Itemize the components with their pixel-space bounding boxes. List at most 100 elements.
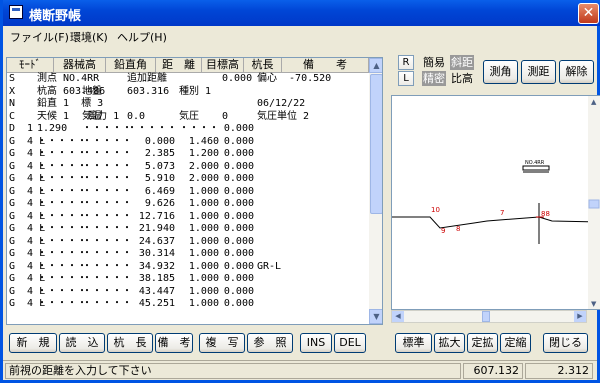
cell-target-height: 気圧: [179, 110, 199, 122]
cell-distance: 24.637: [138, 235, 175, 247]
table-row[interactable]: G 4 L ・・・・・ ・・・・・ 43.447 1.000 0.000: [7, 286, 369, 299]
measure-distance-button[interactable]: 測距: [521, 60, 556, 84]
table-row[interactable]: G 4 L ・・・・・ ・・・・・ 0.000 1.460 0.000: [7, 136, 369, 149]
table-row[interactable]: C 天候 1 風力 1 気温 0.0 気圧 0 気圧単位 2: [7, 111, 369, 124]
plot-hscroll-thumb[interactable]: [482, 311, 490, 322]
insert-button[interactable]: INS: [300, 333, 332, 353]
delete-button[interactable]: DEL: [334, 333, 366, 353]
new-button[interactable]: 新 規: [9, 333, 57, 353]
plot-scroll-left-icon[interactable]: ◀: [392, 311, 404, 322]
copy-button[interactable]: 複 写: [199, 333, 245, 353]
fixed-zoom-in-button[interactable]: 定拡: [467, 333, 498, 353]
data-table[interactable]: ﾓｰﾄﾞ 器械高 鉛直角 距 離 目標高 杭長 備 考 S 測点 NO.4RR 追加…: [6, 57, 383, 325]
table-row[interactable]: G 4 L ・・・・・ ・・・・・ 45.251 1.000 0.000: [7, 298, 369, 311]
cell-instrument-height: 鉛直 1 標 3: [37, 98, 104, 109]
cell-vertical-angle: ・・・・・: [82, 135, 132, 147]
cell-stake-length: 0: [222, 110, 229, 122]
menu-environment[interactable]: 環境(K): [70, 29, 108, 45]
cell-remarks: 偏心 -70.520: [257, 73, 332, 84]
vertical-scrollbar[interactable]: ▲ ▼: [369, 58, 382, 324]
cell-stake-length: 0.000: [223, 223, 254, 234]
r-button[interactable]: R: [398, 55, 414, 70]
fixed-zoom-out-button[interactable]: 定縮: [500, 333, 531, 353]
l-button[interactable]: L: [398, 71, 414, 86]
cell-mode: G 4 L: [9, 273, 46, 284]
scroll-down-icon[interactable]: ▼: [369, 309, 382, 324]
table-row[interactable]: N 鉛直 1 標 3 06/12/22: [7, 98, 369, 111]
scroll-up-icon[interactable]: ▲: [369, 58, 382, 73]
cell-vertical-angle: ・・・・・: [82, 185, 132, 197]
cell-vertical-angle: 気温: [82, 110, 102, 122]
cell-remarks: 気圧単位 2: [257, 110, 310, 122]
cell-vertical-angle: ・・・・・: [82, 210, 132, 222]
table-row[interactable]: G 4 L ・・・・・ ・・・・・ 6.469 1.000 0.000: [7, 186, 369, 199]
cell-distance: 38.185: [138, 273, 175, 284]
table-row[interactable]: G 4 L ・・・・・ ・・・・・ 12.716 1.000 0.000: [7, 211, 369, 224]
scroll-thumb[interactable]: [370, 74, 382, 214]
table-header: ﾓｰﾄﾞ 器械高 鉛直角 距 離 目標高 杭長 備 考: [7, 58, 369, 73]
table-row[interactable]: D 1 1.290 ・・・・・ ・・・・・ ・・・・ 0.000: [7, 123, 369, 136]
cell-mode: C: [9, 110, 16, 122]
zoom-in-button[interactable]: 拡大: [434, 333, 465, 353]
table-row[interactable]: G 4 L ・・・・・ ・・・・・ 21.940 1.000 0.000: [7, 223, 369, 236]
plot-label-9: 9: [441, 227, 445, 235]
plot-vscroll-thumb[interactable]: [588, 199, 600, 209]
cross-section-plot[interactable]: NO.4RR 10 9 8 7 88 ▲ ▼: [391, 95, 600, 310]
cell-stake-length: 0.000: [223, 123, 254, 134]
menu-file[interactable]: ファイル(F): [10, 29, 69, 45]
table-row[interactable]: X 杭高 603.486 地盤 603.316 種別 1: [7, 86, 369, 99]
table-row[interactable]: G 4 L ・・・・・ ・・・・・ 34.932 1.000 0.000 GR-L: [7, 261, 369, 274]
cell-target-height: 1.000: [188, 198, 219, 209]
table-row[interactable]: G 4 L ・・・・・ ・・・・・ 38.185 1.000 0.000: [7, 273, 369, 286]
cell-remarks: 06/12/22: [257, 98, 306, 109]
toggle-slope-distance[interactable]: 斜距: [450, 55, 474, 70]
cell-instrument-height: ・・・・・: [37, 185, 87, 197]
toggle-simple[interactable]: 簡易: [422, 55, 446, 70]
plot-scroll-right-icon[interactable]: ▶: [574, 311, 586, 322]
cell-mode: G 4 L: [9, 148, 46, 159]
cell-target-height: 1.000: [188, 260, 219, 272]
plot-label-88: 88: [541, 210, 550, 218]
close-dialog-button[interactable]: 閉じる: [543, 333, 588, 353]
load-button[interactable]: 読 込: [59, 333, 105, 353]
cell-target-height: 1.000: [188, 298, 219, 309]
table-row[interactable]: G 4 L ・・・・・ ・・・・・ 2.385 1.200 0.000: [7, 148, 369, 161]
table-row[interactable]: G 4 L ・・・・・ ・・・・・ 5.073 2.000 0.000: [7, 161, 369, 174]
cell-stake-length: 0.000: [223, 298, 254, 309]
cell-instrument-height: ・・・・・: [37, 210, 87, 222]
measure-angle-button[interactable]: 測角: [483, 60, 518, 84]
cell-target-height: 1.000: [188, 223, 219, 234]
table-row[interactable]: G 4 L ・・・・・ ・・・・・ 5.910 2.000 0.000: [7, 173, 369, 186]
cell-mode: G 4 L: [9, 185, 46, 197]
reference-button[interactable]: 参 照: [247, 333, 293, 353]
cell-distance: 34.932: [138, 260, 175, 272]
close-button[interactable]: ✕: [578, 3, 599, 24]
release-button[interactable]: 解除: [559, 60, 594, 84]
cell-vertical-angle: ・・・・・: [82, 298, 132, 309]
plot-scroll-down-icon: ▼: [591, 300, 597, 308]
toggle-height-diff[interactable]: 比高: [450, 71, 474, 86]
stake-length-button[interactable]: 杭 長: [107, 333, 153, 353]
toggle-precise[interactable]: 精密: [422, 71, 446, 86]
table-row[interactable]: G 4 L ・・・・・ ・・・・・ 9.626 1.000 0.000: [7, 198, 369, 211]
table-row[interactable]: S 測点 NO.4RR 追加距離 0.000 偏心 -70.520: [7, 73, 369, 86]
standard-button[interactable]: 標準: [395, 333, 432, 353]
table-row[interactable]: G 4 L ・・・・・ ・・・・・ 24.637 1.000 0.000: [7, 236, 369, 249]
cell-vertical-angle: ・・・・・: [82, 285, 132, 297]
cell-stake-length: 0.000: [223, 198, 254, 209]
cell-stake-length: 0.000: [222, 73, 253, 84]
cell-distance: 追加距離: [127, 73, 167, 84]
cell-instrument-height: 杭高 603.486: [37, 85, 106, 97]
cell-stake-length: 0.000: [223, 173, 254, 184]
table-row[interactable]: G 4 L ・・・・・ ・・・・・ 30.314 1.000 0.000: [7, 248, 369, 261]
menu-help[interactable]: ヘルプ(H): [117, 29, 167, 45]
cell-mode: X: [9, 85, 16, 97]
cell-instrument-height: ・・・・・: [37, 148, 87, 159]
cell-mode: N: [9, 98, 16, 109]
cell-mode: G 4 L: [9, 298, 46, 309]
plot-label-10: 10: [431, 206, 440, 214]
cell-distance: 12.716: [138, 210, 175, 222]
title-bar[interactable]: 横断野帳 ✕: [3, 0, 600, 26]
plot-hscroll[interactable]: ◀ ▶: [391, 310, 587, 323]
remarks-button[interactable]: 備 考: [155, 333, 193, 353]
